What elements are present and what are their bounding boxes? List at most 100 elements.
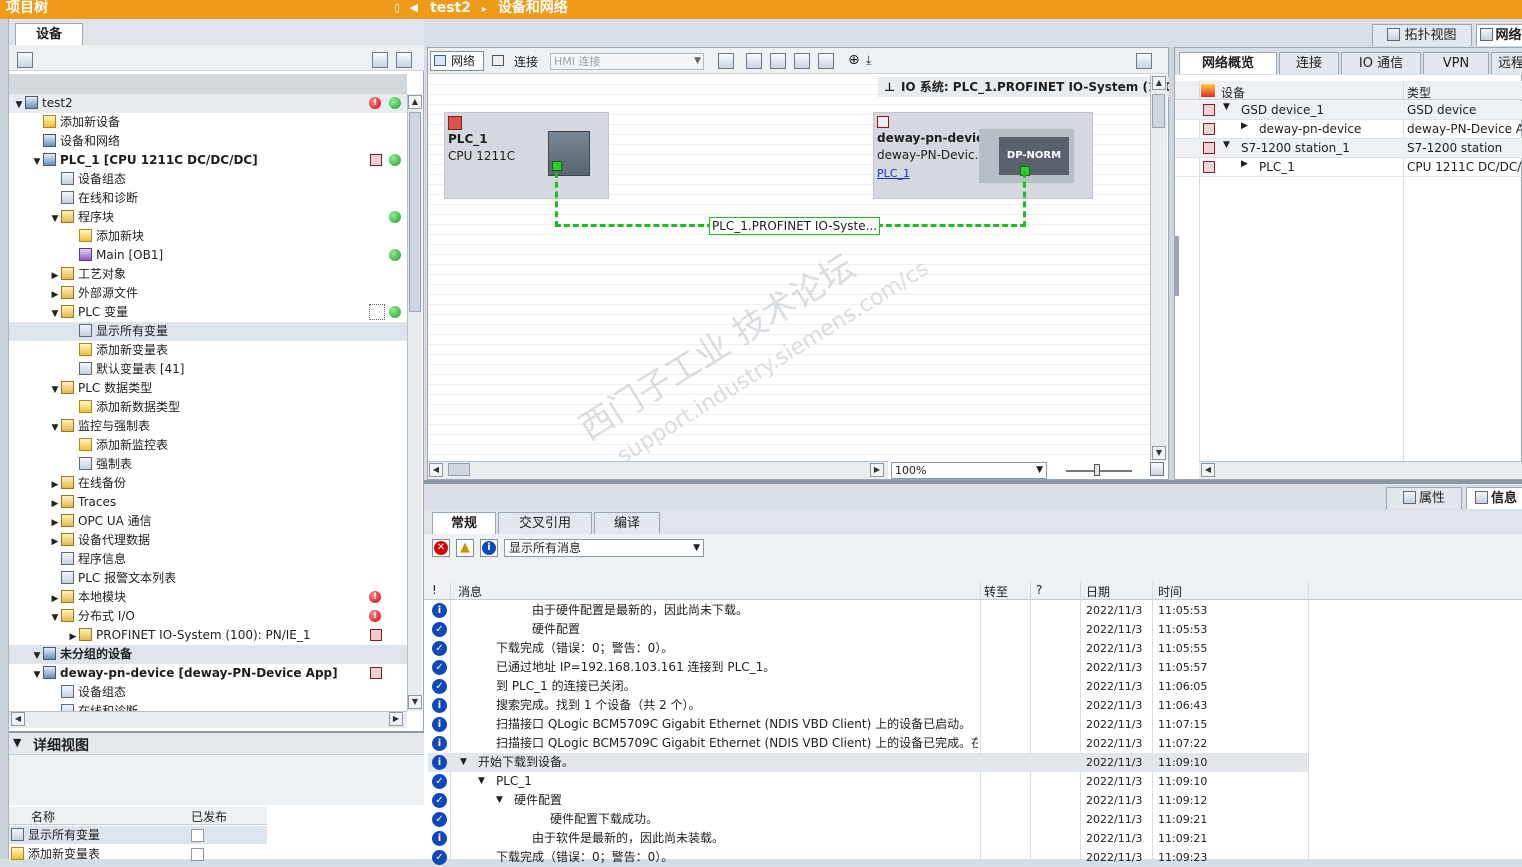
fit-view-icon[interactable] (1150, 462, 1164, 476)
tree-item[interactable]: ▼ 监控与强制表 (9, 417, 407, 436)
message-row[interactable]: ✓ 硬件配置 2022/11/3 11:05:53 (428, 620, 1308, 639)
tree-item[interactable]: ▼ 分布式 I/O! (9, 607, 407, 626)
filter-warnings-button[interactable]: ▲ (456, 539, 474, 557)
canvas-scroll-left[interactable]: ◀ (429, 463, 443, 477)
zoom-select[interactable]: 100% ▼ (891, 462, 1047, 479)
tree-hscroll[interactable] (9, 711, 407, 728)
tree-scroll-left[interactable]: ◀ (11, 712, 25, 726)
overview-tab[interactable]: 连接 (1279, 52, 1339, 74)
show-overview-icon[interactable] (1136, 53, 1152, 69)
panel-icon[interactable] (818, 53, 834, 69)
message-row[interactable]: ✓ ▼ 硬件配置 2022/11/3 11:09:12 (428, 791, 1308, 810)
tab-topology-view[interactable]: 拓扑视图 (1372, 24, 1472, 46)
message-row[interactable]: i 由于硬件配置是最新的，因此尚未下载。 2022/11/3 11:05:53 (428, 601, 1308, 620)
tree-item[interactable]: ▼ test2! (9, 94, 407, 113)
tree-item[interactable]: PLC 报警文本列表 (9, 569, 407, 588)
canvas-hscroll-thumb[interactable] (448, 463, 470, 476)
filter-info-button[interactable]: i (480, 539, 498, 557)
tree-item[interactable]: ▶ 设备代理数据 (9, 531, 407, 550)
tree-item[interactable]: ▶ 外部源文件 (9, 284, 407, 303)
io-device-box[interactable]: deway-pn-device deway-PN-Devic... PLC_1 … (873, 112, 1093, 199)
expand-icon[interactable]: ▶ (1241, 159, 1248, 169)
pin-icon[interactable]: ▯ (394, 0, 400, 16)
connection-button[interactable]: 连接 (514, 53, 538, 70)
tree-item[interactable]: 设备组态 (9, 683, 407, 702)
detail-checkbox[interactable] (191, 829, 204, 842)
canvas-scroll-down[interactable]: ▼ (1152, 446, 1166, 460)
tree-item[interactable]: 在线和诊断 (9, 702, 407, 711)
inspector-tab[interactable]: 常规 (432, 512, 496, 534)
tree-item[interactable]: 显示所有变量 (9, 322, 407, 341)
tree-item[interactable]: 强制表 (9, 455, 407, 474)
message-row[interactable]: ✓ 下载完成（错误：0；警告：0）。 2022/11/3 11:05:55 (428, 639, 1308, 658)
detail-row[interactable]: 显示所有变量 (9, 826, 267, 844)
device-plc-link[interactable]: PLC_1 (877, 167, 910, 180)
message-filter-select[interactable]: 显示所有消息 ▼ (504, 539, 704, 557)
tree-item[interactable]: ▶ Traces (9, 493, 407, 512)
overview-tab[interactable]: 网络概览 (1179, 52, 1277, 74)
collapse-icon[interactable]: ▼ (460, 753, 467, 772)
tree-item[interactable]: ▶ PROFINET IO-System (100): PN/IE_1 (9, 626, 407, 645)
tree-item[interactable]: ▼ PLC 变量 (9, 303, 407, 322)
overview-scroll-left[interactable]: ◀ (1201, 463, 1215, 477)
tree-toolbar-icon[interactable] (17, 52, 33, 68)
tab-properties[interactable]: 属性 (1386, 487, 1462, 509)
tree-item[interactable]: 设备组态 (9, 170, 407, 189)
download-icon[interactable]: ⤓ (866, 53, 871, 68)
tree-item[interactable]: ▼ PLC_1 [CPU 1211C DC/DC/DC] (9, 151, 407, 170)
table-icon[interactable] (770, 53, 786, 69)
plc-port[interactable] (552, 161, 562, 171)
message-row[interactable]: i ▼ 开始下载到设备。 2022/11/3 11:09:10 (428, 753, 1308, 772)
overview-tab[interactable]: VPN (1423, 52, 1489, 74)
tree-item[interactable]: ▼ 未分组的设备 (9, 645, 407, 664)
message-row[interactable]: i 扫描接口 QLogic BCM5709C Gigabit Ethernet (… (428, 715, 1308, 734)
zoom-slider-thumb[interactable] (1094, 464, 1100, 476)
tree-item[interactable]: 添加新监控表 (9, 436, 407, 455)
breadcrumb-project[interactable]: test2 (430, 0, 471, 16)
overview-hscroll[interactable] (1199, 461, 1522, 479)
tree-item[interactable]: 添加新数据类型 (9, 398, 407, 417)
tree-item[interactable]: Main [OB1] (9, 246, 407, 265)
detail-view-toggle-icon[interactable]: ▼ (13, 736, 21, 749)
overview-vscroll-left[interactable] (1175, 236, 1179, 296)
tree-scroll-down[interactable]: ▼ (408, 695, 422, 709)
collapse-icon[interactable]: ▼ (1223, 102, 1230, 112)
collapse-icon[interactable]: ▼ (478, 772, 485, 791)
addresses-icon[interactable] (718, 53, 734, 69)
hmi-connection-select[interactable]: HMI 连接 ▼ (550, 53, 704, 70)
tab-network-view[interactable]: 网络 (1476, 24, 1522, 46)
tab-devices[interactable]: 设备 (15, 23, 83, 45)
message-row[interactable]: ✓ 下载完成（错误：0；警告：0）。 2022/11/3 11:09:23 (428, 848, 1308, 867)
inspector-tab[interactable]: 编译 (594, 512, 660, 534)
message-row[interactable]: i 扫描接口 QLogic BCM5709C Gigabit Ethernet (… (428, 734, 1308, 753)
collapse-icon[interactable]: ▼ (1223, 140, 1230, 150)
message-row[interactable]: i 搜索完成。找到 1 个设备（共 2 个）。 2022/11/3 11:06:43 (428, 696, 1308, 715)
message-row[interactable]: ✓ 已通过地址 IP=192.168.103.161 连接到 PLC_1。 2022… (428, 658, 1308, 677)
canvas-scroll-up[interactable]: ▲ (1152, 76, 1166, 90)
overview-tab[interactable]: 远程 (1491, 52, 1522, 74)
canvas-hscroll[interactable] (428, 461, 888, 479)
detail-row[interactable]: 添加新变量表 (9, 845, 267, 863)
tree-scroll-thumb[interactable] (409, 112, 421, 312)
tree-item[interactable]: ▶ 在线备份 (9, 474, 407, 493)
tab-info[interactable]: 信息 (1466, 487, 1522, 509)
tree-item[interactable]: 在线和诊断 (9, 189, 407, 208)
list-view-icon[interactable] (372, 52, 388, 68)
expand-icon[interactable]: ▶ (1241, 121, 1248, 131)
tree-item[interactable]: 添加新设备 (9, 113, 407, 132)
tree-item[interactable]: 程序信息 (9, 550, 407, 569)
tree-scroll-up[interactable]: ▲ (408, 95, 422, 109)
detail-checkbox[interactable] (191, 848, 204, 861)
collapse-icon[interactable]: ▼ (496, 791, 503, 810)
overview-icon[interactable] (396, 52, 412, 68)
tree-item[interactable]: ▶ 工艺对象 (9, 265, 407, 284)
message-row[interactable]: i 由于软件是最新的，因此尚未装载。 2022/11/3 11:09:21 (428, 829, 1308, 848)
tree-item[interactable]: ▼ 程序块 (9, 208, 407, 227)
zoom-icon[interactable]: ⊕ (848, 52, 860, 68)
inspector-tab[interactable]: 交叉引用 (498, 512, 592, 534)
profinet-line-label[interactable]: PLC_1.PROFINET IO-Syste... (709, 217, 881, 235)
tree-item[interactable]: ▶ 本地模块! (9, 588, 407, 607)
overview-tab[interactable]: IO 通信 (1341, 52, 1421, 74)
message-row[interactable]: ✓ 硬件配置下载成功。 2022/11/3 11:09:21 (428, 810, 1308, 829)
plc-device-box[interactable]: PLC_1 CPU 1211C (444, 112, 609, 199)
